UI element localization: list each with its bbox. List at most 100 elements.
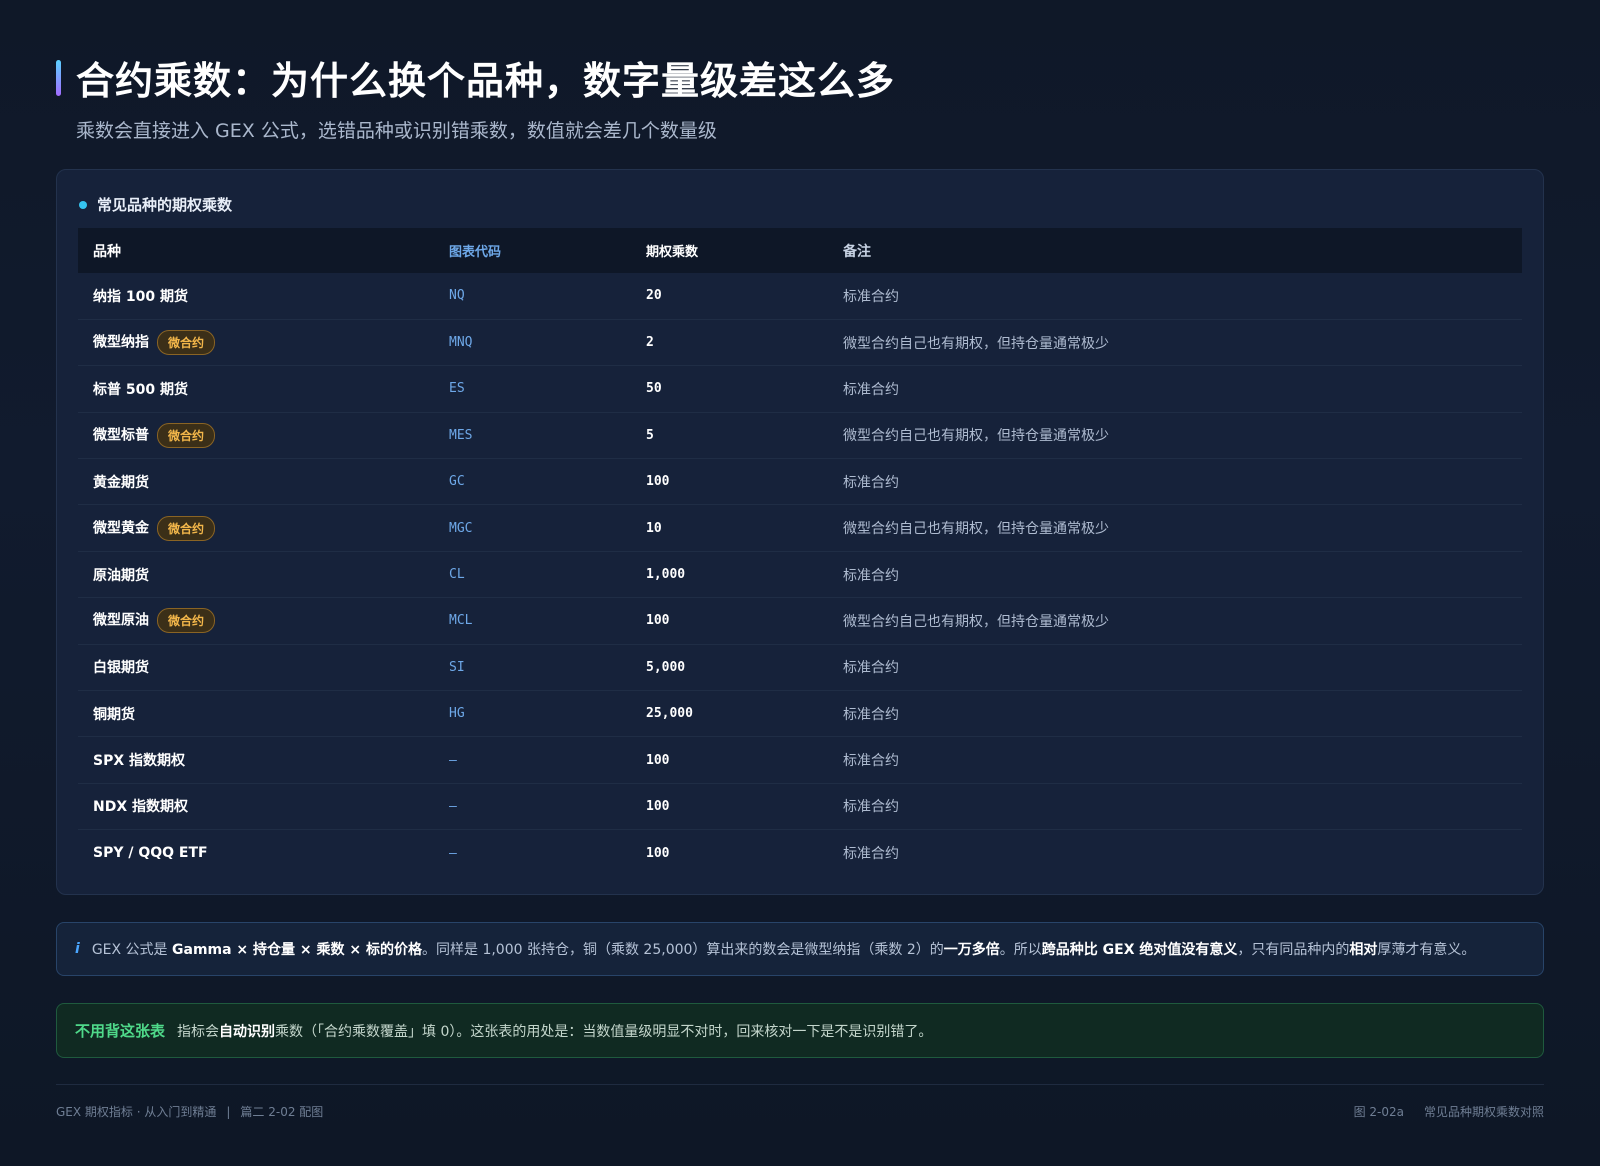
- multiplier-cell: 10: [646, 520, 662, 536]
- column-header-product: 品种: [93, 243, 121, 260]
- card-title: 常见品种的期权乘数: [97, 196, 233, 214]
- product-cell: 原油期货: [78, 551, 434, 597]
- note-cell: 标准合约: [843, 288, 899, 305]
- product-name: 微型纳指: [93, 334, 149, 351]
- tip-text-1: 指标会: [177, 1023, 220, 1040]
- footer-chapter: 篇二 2-02 配图: [240, 1105, 324, 1119]
- info-callout: i GEX 公式是 Gamma × 持仓量 × 乘数 × 标的价格。同样是 1,…: [56, 922, 1544, 976]
- multiplier-table-card: 常见品种的期权乘数 品种 图表代码 期权乘数 备注 纳指 100 期货 NQ 20 标…: [56, 169, 1544, 895]
- table-row: 微型标普 微合约 MES 5 微型合约自己也有期权，但持仓量通常极少: [78, 412, 1522, 459]
- column-header-note: 备注: [843, 243, 871, 260]
- note-cell: 微型合约自己也有期权，但持仓量通常极少: [843, 335, 1109, 352]
- info-text-2: 。同样是 1,000 张持仓，铜（乘数 25,000）算出来的数会是微型纳指（乘…: [422, 942, 944, 958]
- multiplier-cell: 100: [646, 845, 670, 861]
- info-bold-relative: 相对: [1349, 942, 1378, 958]
- note-cell: 标准合约: [843, 660, 899, 677]
- product-name: SPY / QQQ ETF: [93, 845, 208, 862]
- product-cell: 标普 500 期货: [78, 366, 434, 412]
- footer-left: GEX 期权指标 · 从入门到精通 | 篇二 2-02 配图: [56, 1103, 323, 1120]
- table-row: 标普 500 期货 ES 50 标准合约: [78, 366, 1522, 413]
- info-text-1: GEX 公式是: [91, 942, 172, 958]
- product-cell: NDX 指数期权: [78, 783, 434, 829]
- chart-code-cell: MCL: [449, 613, 473, 629]
- note-cell: 标准合约: [843, 381, 899, 398]
- table-row: 微型纳指 微合约 MNQ 2 微型合约自己也有期权，但持仓量通常极少: [78, 319, 1522, 366]
- table-body: 纳指 100 期货 NQ 20 标准合约 微型纳指 微合约 MNQ 2 微型合约自己也有期权，但…: [78, 273, 1522, 876]
- info-text-3: 。所以: [999, 942, 1042, 958]
- chart-code-cell: SI: [449, 659, 465, 675]
- table-row: NDX 指数期权 — 100 标准合约: [78, 783, 1522, 830]
- product-cell: SPY / QQQ ETF: [78, 830, 434, 876]
- note-cell: 微型合约自己也有期权，但持仓量通常极少: [843, 428, 1109, 445]
- chart-code-cell: —: [449, 752, 457, 768]
- product-cell: 白银期货: [78, 644, 434, 690]
- tip-bold-auto: 自动识别: [219, 1023, 276, 1040]
- note-cell: 标准合约: [843, 753, 899, 770]
- product-name: 铜期货: [93, 706, 135, 723]
- product-name: 微型原油: [93, 612, 149, 629]
- chart-code-cell: HG: [449, 706, 465, 722]
- product-name: 标普 500 期货: [93, 381, 188, 398]
- note-cell: 标准合约: [843, 706, 899, 723]
- table-row: SPY / QQQ ETF — 100 标准合约: [78, 830, 1522, 876]
- micro-contract-badge: 微合约: [157, 515, 216, 541]
- column-header-multiplier: 期权乘数: [646, 245, 699, 260]
- chart-code-cell: MES: [449, 427, 473, 443]
- table-row: SPX 指数期权 — 100 标准合约: [78, 737, 1522, 784]
- info-bold-conclusion: 跨品种比 GEX 绝对值没有意义: [1041, 942, 1238, 958]
- table-row: 白银期货 SI 5,000 标准合约: [78, 644, 1522, 691]
- micro-contract-badge: 微合约: [157, 330, 216, 356]
- chart-code-cell: MNQ: [449, 335, 473, 351]
- info-bold-formula: Gamma × 持仓量 × 乘数 × 标的价格: [172, 942, 422, 958]
- info-text-4: ，只有同品种内的: [1237, 942, 1350, 958]
- product-cell: 黄金期货: [78, 459, 434, 505]
- multiplier-cell: 2: [646, 335, 654, 351]
- bullet-dot-icon: [79, 200, 87, 209]
- product-name: 微型黄金: [93, 520, 149, 537]
- page-title: 合约乘数：为什么换个品种，数字量级差这么多: [76, 59, 896, 103]
- multiplier-cell: 100: [646, 613, 670, 629]
- note-cell: 标准合约: [843, 567, 899, 584]
- multiplier-cell: 50: [646, 381, 662, 397]
- figure-number: 图 2-02a: [1353, 1105, 1404, 1119]
- note-cell: 标准合约: [843, 474, 899, 491]
- chart-code-cell: —: [449, 845, 457, 861]
- footer-divider: [56, 1084, 1544, 1085]
- info-text: GEX 公式是 Gamma × 持仓量 × 乘数 × 标的价格。同样是 1,00…: [92, 939, 1476, 959]
- product-cell: 纳指 100 期货: [78, 273, 434, 319]
- chart-code-cell: GC: [449, 474, 465, 490]
- product-cell: 微型纳指 微合约: [78, 319, 434, 365]
- info-icon: i: [75, 941, 80, 957]
- chart-code-cell: NQ: [449, 288, 465, 304]
- table-row: 铜期货 HG 25,000 标准合约: [78, 691, 1522, 737]
- note-cell: 微型合约自己也有期权，但持仓量通常极少: [843, 613, 1109, 630]
- column-header-code: 图表代码: [449, 245, 502, 260]
- note-cell: 微型合约自己也有期权，但持仓量通常极少: [843, 521, 1109, 538]
- chart-code-cell: —: [449, 798, 457, 814]
- product-cell: 微型原油 微合约: [78, 598, 434, 644]
- product-cell: SPX 指数期权: [78, 737, 434, 783]
- product-name: 微型标普: [93, 427, 149, 444]
- multiplier-cell: 100: [646, 752, 670, 768]
- page-subtitle: 乘数会直接进入 GEX 公式，选错品种或识别错乘数，数值就会差几个数量级: [76, 120, 717, 142]
- info-bold-ratio: 一万多倍: [943, 942, 1000, 958]
- info-text-5: 厚薄才有意义。: [1377, 942, 1476, 958]
- table-row: 纳指 100 期货 NQ 20 标准合约: [78, 273, 1522, 320]
- note-cell: 标准合约: [843, 846, 899, 863]
- title-accent-bar: [56, 59, 61, 96]
- multiplier-cell: 20: [646, 288, 662, 304]
- multiplier-cell: 100: [646, 474, 670, 490]
- tip-text-2: 乘数（「合约乘数覆盖」填 0）。这张表的用处是：当数值量级明显不对时，回来核对一…: [275, 1023, 933, 1040]
- tip-callout: 不用背这张表 指标会自动识别乘数（「合约乘数覆盖」填 0）。这张表的用处是：当数…: [56, 1003, 1544, 1058]
- table-row: 原油期货 CL 1,000 标准合约: [78, 551, 1522, 598]
- figure-caption: 常见品种期权乘数对照: [1423, 1105, 1544, 1119]
- tip-text: 指标会自动识别乘数（「合约乘数覆盖」填 0）。这张表的用处是：当数值量级明显不对…: [177, 1021, 932, 1041]
- product-name: NDX 指数期权: [93, 799, 189, 816]
- footer-right: 图 2-02a 常见品种期权乘数对照: [1354, 1103, 1544, 1120]
- multiplier-cell: 100: [646, 798, 670, 814]
- page: 合约乘数：为什么换个品种，数字量级差这么多 乘数会直接进入 GEX 公式，选错品…: [56, 0, 1544, 1166]
- product-name: 纳指 100 期货: [93, 288, 188, 305]
- table-row: 微型黄金 微合约 MGC 10 微型合约自己也有期权，但持仓量通常极少: [78, 505, 1522, 552]
- product-name: 黄金期货: [93, 474, 149, 491]
- product-name: 原油期货: [93, 567, 149, 584]
